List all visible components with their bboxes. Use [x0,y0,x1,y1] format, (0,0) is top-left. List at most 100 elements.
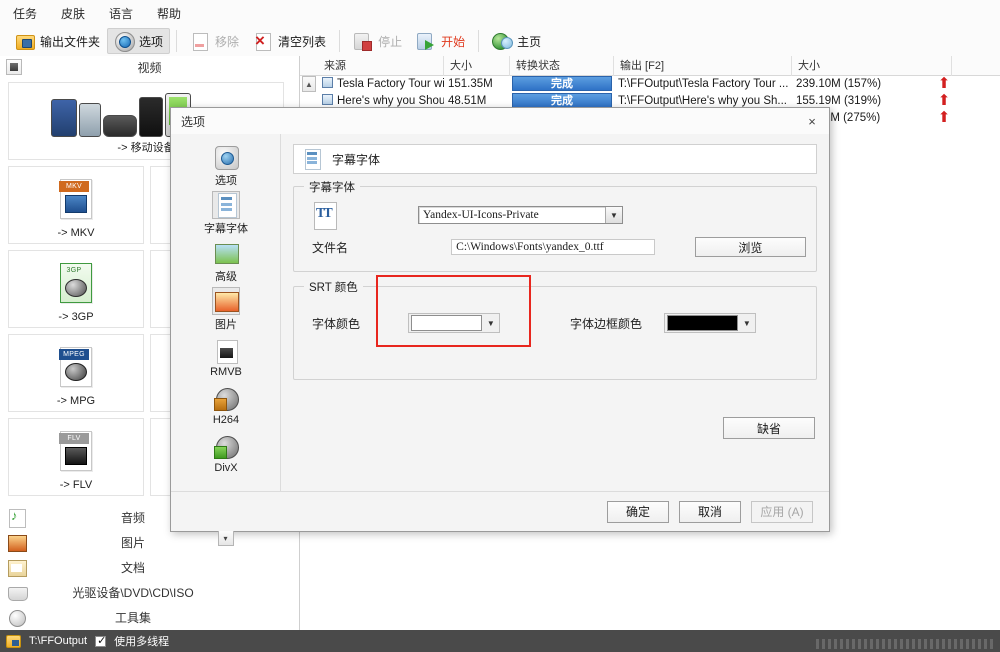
toolbar-start-label: 开始 [441,34,466,49]
sidebar-item-options[interactable]: 选项 [171,142,281,190]
category-label: 图片 [120,536,145,550]
font-family-value: Yandex-UI-Icons-Private [423,209,539,221]
font-file-path-input[interactable]: C:\Windows\Fonts\yandex_0.ttf [451,239,655,255]
table-row[interactable]: Tesla Factory Tour with El... 151.35M 完成… [300,76,1000,93]
sidebar-item-label: 图片 [215,319,237,331]
font-family-select[interactable]: Yandex-UI-Icons-Private ▼ [418,206,623,224]
category-item-toolset[interactable]: 工具集 [0,605,298,630]
group-legend: SRT 颜色 [304,279,363,295]
toolbar-home-button[interactable]: 主页 [485,28,548,54]
border-color-picker[interactable]: ▼ [664,313,757,333]
sidebar-scroll-down-button[interactable]: ▾ [217,530,234,546]
column-header-source[interactable]: 来源 [318,55,444,76]
subtitle-font-group: 字幕字体 Yandex-UI-Icons-Private ▼ 文件名 C:\Wi… [293,179,817,272]
column-header-out-size[interactable]: 大小 [792,55,952,76]
menu-item-language[interactable]: 语言 [106,3,136,24]
menu-bar: 任务 皮肤 语言 帮助 [0,0,1000,26]
rmvb-icon [213,338,239,364]
category-item-picture[interactable]: 图片 [0,530,298,555]
application-window: 任务 皮肤 语言 帮助 输出文件夹 选项 移除 清空列表 停止 开始 [0,0,1000,652]
menu-item-tasks[interactable]: 任务 [10,3,40,24]
apply-button[interactable]: 应用 (A) [751,500,813,523]
toolbar-separator-1 [176,30,178,52]
divx-reel-icon [213,434,239,460]
browse-button[interactable]: 浏览 [694,237,806,257]
picture-icon [212,287,240,315]
status-bar-blurred-region [816,639,996,649]
sidebar-item-divx[interactable]: DivX [171,430,281,478]
column-header-size[interactable]: 大小 [444,55,510,76]
output-folder-icon[interactable] [6,634,21,648]
start-icon [416,32,436,50]
gear-icon [114,32,136,52]
row-size: 151.35M [448,78,493,90]
multithread-checkbox[interactable] [95,634,106,647]
sidebar-item-subtitle-font[interactable]: 字幕字体 [171,190,281,238]
3gp-file-icon: 3GP [53,259,99,305]
format-tag: MKV [59,181,89,192]
sidebar-item-picture[interactable]: 图片 [171,286,281,334]
picture-icon [6,533,28,552]
format-item-mpg[interactable]: MPEG -> MPG [8,334,144,412]
ok-button[interactable]: 确定 [607,500,669,523]
clear-list-icon [253,32,273,51]
format-item-flv[interactable]: FLV -> FLV [8,418,144,496]
mpg-file-icon: MPEG [53,343,99,389]
category-item-document[interactable]: 文档 [0,555,298,580]
dialog-title-bar[interactable]: 选项 × [171,108,829,134]
document-icon [6,558,28,577]
toolbar-output-folder-button[interactable]: 输出文件夹 [8,28,107,54]
srt-color-row: 字体颜色 ▼ 字体边框颜色 ▼ [294,287,816,359]
move-up-icon[interactable]: ⬆ [938,110,951,126]
category-label: 工具集 [114,611,151,625]
row-status-badge: 完成 [512,93,612,108]
toolbar-options-button[interactable]: 选项 [107,28,171,54]
format-panel-header: 视频 [0,56,299,78]
format-item-mkv[interactable]: MKV -> MKV [8,166,144,244]
source-file-icon [322,94,333,105]
audio-icon [6,508,28,528]
font-color-label: 字体颜色 [312,316,361,331]
options-icon [213,144,239,170]
toolbar-remove-label: 移除 [215,34,240,49]
font-file-row: 文件名 C:\Windows\Fonts\yandex_0.ttf 浏览 [294,233,816,271]
stop-icon [353,32,373,51]
sidebar-item-rmvb[interactable]: RMVB [171,334,281,382]
home-globe-icon [492,32,514,50]
format-item-3gp[interactable]: 3GP -> 3GP [8,250,144,328]
row-source: Here's why you Shouldn't [337,95,444,107]
sidebar-item-h264[interactable]: H264 [171,382,281,430]
sidebar-item-advanced[interactable]: 高级 [171,238,281,286]
toolbar-clear-list-button[interactable]: 清空列表 [246,28,333,54]
menu-item-skin[interactable]: 皮肤 [58,3,88,24]
close-icon[interactable]: × [801,111,823,131]
column-header-status[interactable]: 转换状态 [510,55,614,76]
toolbar-start-button[interactable]: 开始 [409,28,472,54]
column-header-output[interactable]: 输出 [F2] [614,55,792,76]
disc-drive-icon [6,583,28,602]
flv-file-icon: FLV [53,427,99,473]
move-up-icon[interactable]: ⬆ [938,93,951,109]
toolbar-stop-button[interactable]: 停止 [346,28,409,54]
toolbar-output-folder-label: 输出文件夹 [40,34,101,49]
output-path-label: T:\FFOutput [29,635,88,647]
dialog-body: 选项 字幕字体 高级 图片 RMVB H264 DivX ▾ 字幕字体 字幕字体… [171,134,829,546]
video-category-icon[interactable] [6,59,22,75]
sidebar-item-label: DivX [214,462,238,474]
category-label: 光驱设备\DVD\CD\ISO [72,586,194,600]
toolbar-separator-3 [478,30,480,52]
move-up-icon[interactable]: ⬆ [938,76,951,92]
cancel-button[interactable]: 取消 [679,500,741,523]
advanced-icon [213,240,239,266]
toolbar-remove-button[interactable]: 移除 [183,28,246,54]
category-item-disc[interactable]: 光驱设备\DVD\CD\ISO [0,580,298,605]
toolbar-separator-2 [339,30,341,52]
format-panel-title: 视频 [137,60,162,75]
multithread-label: 使用多线程 [114,636,170,648]
menu-item-help[interactable]: 帮助 [154,3,184,24]
status-bar: T:\FFOutput 使用多线程 [0,630,1000,652]
format-item-label: -> MPG [56,395,96,407]
default-button[interactable]: 缺省 [723,417,815,439]
filename-label: 文件名 [312,240,349,255]
group-legend: 字幕字体 [304,179,360,195]
